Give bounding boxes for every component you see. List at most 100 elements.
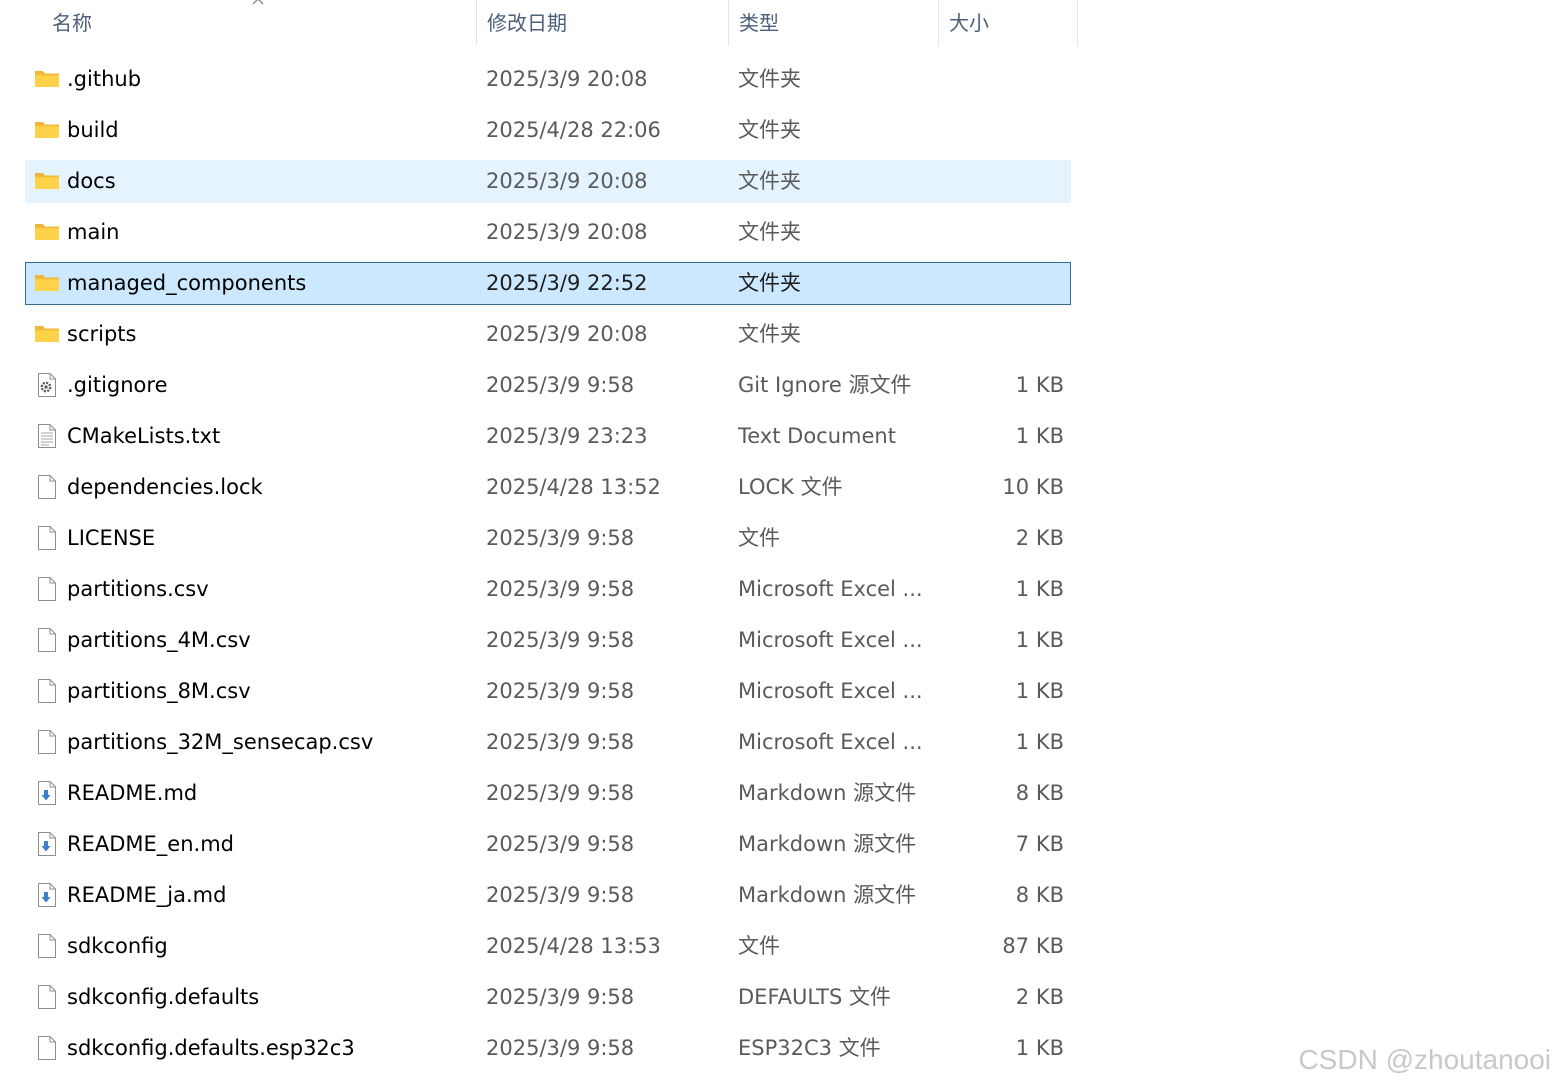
file-size: 1 KB: [1015, 577, 1064, 601]
file-name: LICENSE: [67, 526, 156, 550]
file-size: [926, 110, 1064, 151]
file-row[interactable]: build 2025/4/28 22:06 文件夹: [25, 109, 1071, 152]
file-icon: [34, 933, 60, 959]
file-name: partitions.csv: [67, 577, 209, 601]
file-name: dependencies.lock: [67, 475, 263, 499]
file-icon: [34, 474, 60, 500]
file-size: 1 KB: [1015, 679, 1064, 703]
file-row[interactable]: sdkconfig 2025/4/28 13:53 文件 87 KB: [25, 925, 1071, 968]
file-icon: [34, 627, 60, 653]
file-row[interactable]: .gitignore 2025/3/9 9:58 Git Ignore 源文件 1 K…: [25, 364, 1071, 407]
file-date: 2025/3/9 9:58: [486, 1036, 635, 1060]
file-date: 2025/3/9 22:52: [486, 271, 648, 295]
file-type: Markdown 源文件: [738, 832, 917, 856]
file-name: managed_components: [67, 271, 307, 295]
file-name: sdkconfig.defaults.esp32c3: [67, 1036, 355, 1060]
file-name: README.md: [67, 781, 198, 805]
file-icon: [34, 678, 60, 704]
file-date: 2025/3/9 9:58: [486, 730, 635, 754]
file-row[interactable]: managed_components 2025/3/9 22:52 文件夹: [25, 262, 1071, 305]
file-date: 2025/3/9 9:58: [486, 985, 635, 1009]
folder-icon: [34, 270, 60, 296]
markdown-file-icon: [34, 780, 60, 806]
file-row[interactable]: scripts 2025/3/9 20:08 文件夹: [25, 313, 1071, 356]
file-size: 8 KB: [1015, 781, 1064, 805]
file-row[interactable]: CMakeLists.txt 2025/3/9 23:23 Text Documen…: [25, 415, 1071, 458]
file-row[interactable]: sdkconfig.defaults.esp32c3 2025/3/9 9:58 E…: [25, 1027, 1071, 1070]
file-size: 10 KB: [1002, 475, 1064, 499]
file-row[interactable]: partitions_8M.csv 2025/3/9 9:58 Microsoft …: [25, 670, 1071, 713]
file-row[interactable]: README.md 2025/3/9 9:58 Markdown 源文件 8 KB: [25, 772, 1071, 815]
file-row[interactable]: docs 2025/3/9 20:08 文件夹: [25, 160, 1071, 203]
folder-icon: [34, 117, 60, 143]
file-row[interactable]: main 2025/3/9 20:08 文件夹: [25, 211, 1071, 254]
file-row[interactable]: .github 2025/3/9 20:08 文件夹: [25, 58, 1071, 101]
file-size: [926, 314, 1064, 355]
file-name: partitions_8M.csv: [67, 679, 251, 703]
file-list: .github 2025/3/9 20:08 文件夹 build 2025/4/28 2…: [0, 0, 1557, 1090]
file-type: Microsoft Excel ...: [738, 730, 923, 754]
folder-icon: [34, 66, 60, 92]
file-name: partitions_32M_sensecap.csv: [67, 730, 374, 754]
file-size: 8 KB: [1015, 883, 1064, 907]
file-date: 2025/3/9 20:08: [486, 220, 648, 244]
file-date: 2025/3/9 9:58: [486, 679, 635, 703]
file-name: sdkconfig: [67, 934, 168, 958]
file-row[interactable]: README_en.md 2025/3/9 9:58 Markdown 源文件 7 K…: [25, 823, 1071, 866]
folder-icon: [34, 168, 60, 194]
file-row[interactable]: README_ja.md 2025/3/9 9:58 Markdown 源文件 8 K…: [25, 874, 1071, 917]
file-size: [926, 59, 1064, 100]
file-date: 2025/3/9 20:08: [486, 322, 648, 346]
file-size: 1 KB: [1015, 730, 1064, 754]
file-type: 文件: [738, 934, 780, 958]
file-name: .github: [67, 67, 142, 91]
file-type: ESP32C3 文件: [738, 1036, 881, 1060]
file-size: 2 KB: [1015, 985, 1064, 1009]
file-type: 文件夹: [738, 118, 801, 142]
file-date: 2025/3/9 9:58: [486, 832, 635, 856]
file-row[interactable]: partitions.csv 2025/3/9 9:58 Microsoft Exc…: [25, 568, 1071, 611]
file-name: main: [67, 220, 120, 244]
markdown-file-icon: [34, 831, 60, 857]
file-icon: [34, 525, 60, 551]
file-type: Markdown 源文件: [738, 883, 917, 907]
file-date: 2025/3/9 9:58: [486, 883, 635, 907]
file-date: 2025/3/9 20:08: [486, 67, 648, 91]
file-date: 2025/3/9 9:58: [486, 781, 635, 805]
file-name: build: [67, 118, 119, 142]
file-type: 文件夹: [738, 169, 801, 193]
file-size: 2 KB: [1015, 526, 1064, 550]
file-icon: [34, 576, 60, 602]
watermark: CSDN @zhoutanooi: [1298, 1044, 1551, 1075]
file-type: 文件夹: [738, 220, 801, 244]
file-name: README_en.md: [67, 832, 234, 856]
file-type: 文件夹: [738, 322, 801, 346]
file-icon: [34, 729, 60, 755]
file-size: 1 KB: [1015, 1036, 1064, 1060]
file-row[interactable]: LICENSE 2025/3/9 9:58 文件 2 KB: [25, 517, 1071, 560]
file-type: LOCK 文件: [738, 475, 843, 499]
markdown-file-icon: [34, 882, 60, 908]
file-name: scripts: [67, 322, 137, 346]
file-row[interactable]: partitions_4M.csv 2025/3/9 9:58 Microsoft …: [25, 619, 1071, 662]
file-size: 1 KB: [1015, 628, 1064, 652]
file-row[interactable]: sdkconfig.defaults 2025/3/9 9:58 DEFAULTS …: [25, 976, 1071, 1019]
file-date: 2025/4/28 13:52: [486, 475, 661, 499]
file-size: 1 KB: [1015, 424, 1064, 448]
file-date: 2025/4/28 13:53: [486, 934, 661, 958]
file-type: 文件: [738, 526, 780, 550]
file-name: README_ja.md: [67, 883, 227, 907]
file-icon: [34, 984, 60, 1010]
file-type: 文件夹: [738, 67, 801, 91]
file-size: 87 KB: [1002, 934, 1064, 958]
file-row[interactable]: dependencies.lock 2025/4/28 13:52 LOCK 文件 1…: [25, 466, 1071, 509]
file-row[interactable]: partitions_32M_sensecap.csv 2025/3/9 9:58…: [25, 721, 1071, 764]
settings-file-icon: [34, 372, 60, 398]
file-type: 文件夹: [738, 271, 801, 295]
file-type: Microsoft Excel ...: [738, 679, 923, 703]
file-name: sdkconfig.defaults: [67, 985, 260, 1009]
file-type: Text Document: [738, 424, 896, 448]
file-icon: [34, 1035, 60, 1061]
folder-icon: [34, 219, 60, 245]
file-date: 2025/3/9 20:08: [486, 169, 648, 193]
